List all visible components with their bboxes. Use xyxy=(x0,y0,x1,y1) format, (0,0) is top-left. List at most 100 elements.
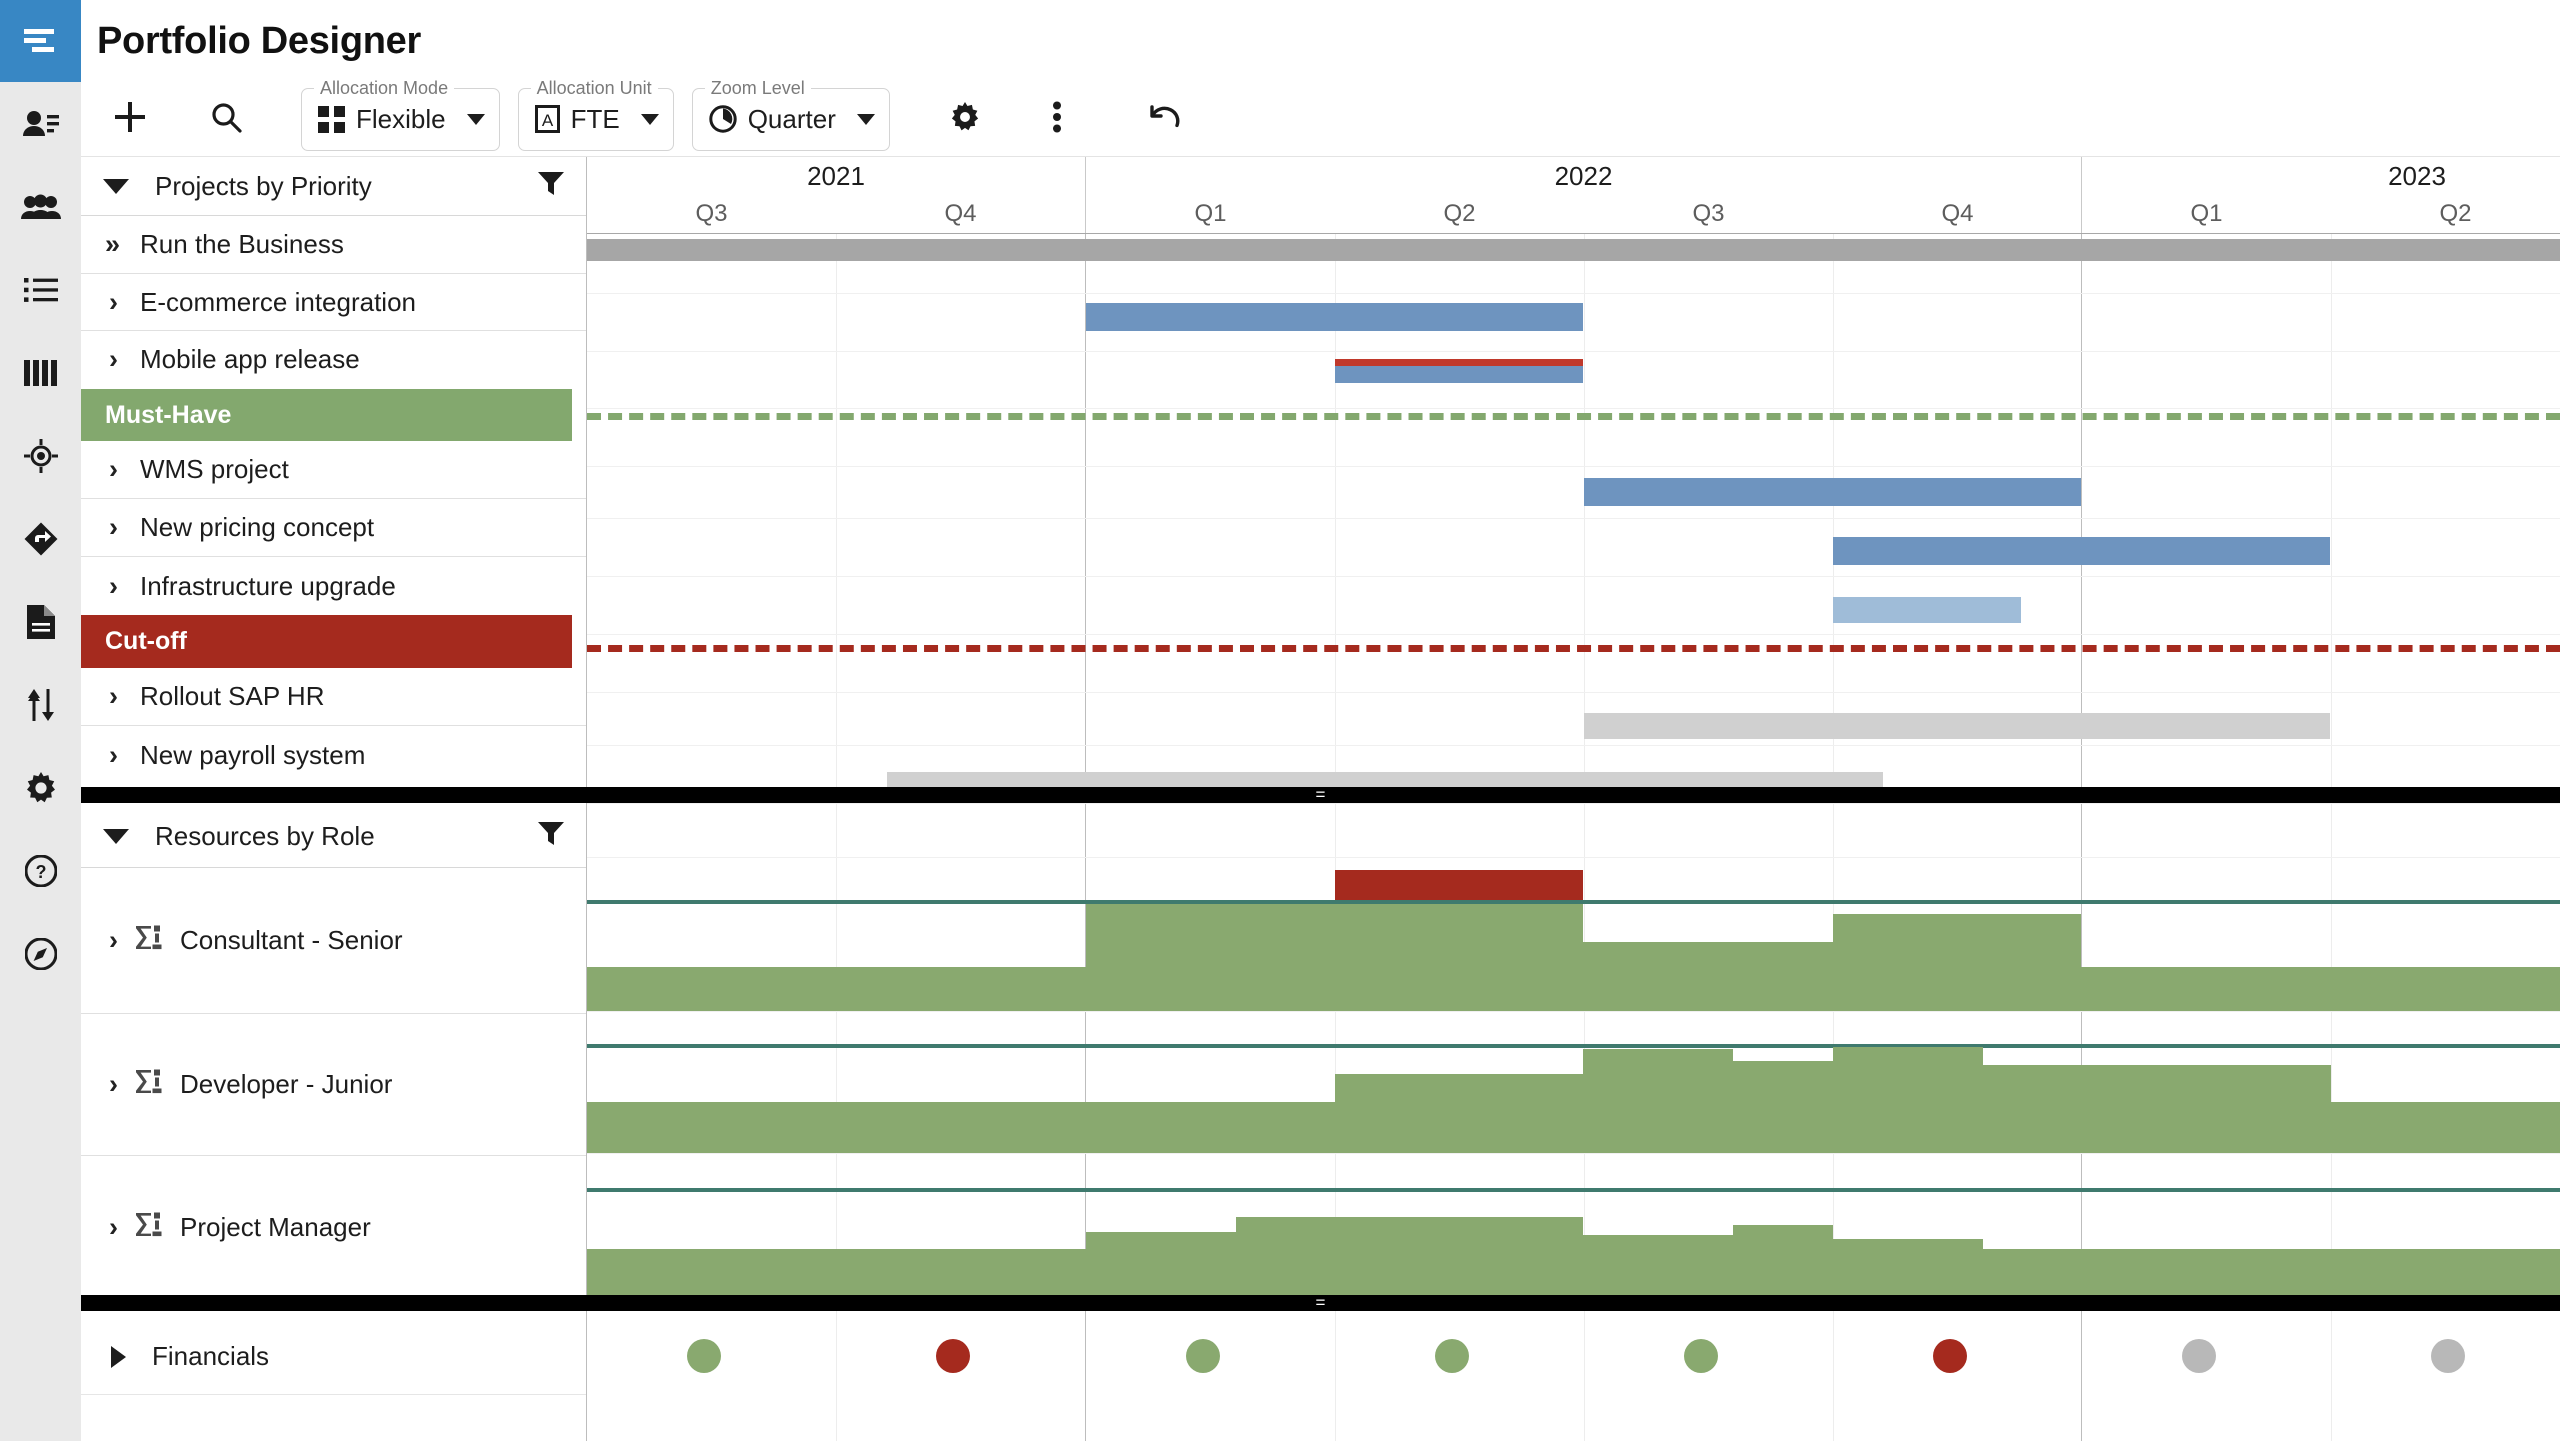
row-rule xyxy=(587,803,2560,804)
project-row-rollout-sap-hr[interactable]: › Rollout SAP HR xyxy=(81,668,586,726)
priority-band-must-have[interactable]: Must-Have xyxy=(81,389,572,441)
gantt-bar-e-commerce-integration[interactable] xyxy=(1086,303,1583,331)
splitter-resources-financials[interactable]: = xyxy=(81,1294,2560,1311)
allocation-mode-value: Flexible xyxy=(356,103,446,134)
resource-row-consultant-senior[interactable]: › Consultant - Senior xyxy=(81,868,586,1014)
rail-item-people-group[interactable] xyxy=(0,165,81,248)
histogram-bar[interactable] xyxy=(1236,1217,1583,1295)
financial-indicator-dot[interactable] xyxy=(1933,1339,1967,1373)
financials-row[interactable]: Financials xyxy=(81,1319,586,1395)
histogram-bar[interactable] xyxy=(1335,904,1583,1011)
histogram-bar[interactable] xyxy=(1086,1232,1236,1295)
allocation-unit-value: FTE xyxy=(570,103,620,134)
project-row-e-commerce-integration[interactable]: › E-commerce integration xyxy=(81,274,586,331)
settings-button[interactable] xyxy=(934,88,996,150)
resource-row-project-manager[interactable]: › Project Manager xyxy=(81,1156,586,1298)
rail-item-sort-arrows[interactable] xyxy=(0,663,81,746)
target-crosshair-icon xyxy=(23,438,58,473)
histogram-bar[interactable] xyxy=(2331,1102,2560,1153)
gantt-bar-mobile-app-release[interactable] xyxy=(1335,359,1583,383)
histogram-bar[interactable] xyxy=(1983,1065,2331,1153)
financial-indicator-dot[interactable] xyxy=(687,1339,721,1373)
triangle-down-icon xyxy=(103,178,129,194)
rail-item-gear-settings[interactable] xyxy=(0,746,81,829)
project-row-new-payroll-system[interactable]: › New payroll system xyxy=(81,726,586,784)
project-row-run-the-business[interactable]: » Run the Business xyxy=(81,216,586,274)
double-chevron-right-icon: » xyxy=(105,229,121,259)
quarter-label: Q2 xyxy=(1443,200,1476,227)
project-row-new-pricing-concept[interactable]: › New pricing concept xyxy=(81,499,586,557)
chevron-right-icon: › xyxy=(109,739,118,770)
histogram-bar[interactable] xyxy=(1086,904,1335,1011)
rail-item-bar-columns[interactable] xyxy=(0,331,81,414)
band-label: Must-Have xyxy=(105,400,232,429)
financial-indicator-dot[interactable] xyxy=(1186,1339,1220,1373)
resources-group-header[interactable]: Resources by Role xyxy=(81,805,586,868)
gantt-bar-run-the-business[interactable] xyxy=(587,239,2560,261)
rail-item-compass-explore[interactable] xyxy=(0,912,81,995)
histogram-bar[interactable] xyxy=(2081,1249,2560,1295)
chevron-down-icon xyxy=(856,113,875,125)
search-button[interactable] xyxy=(195,88,257,150)
resource-label: Developer - Junior xyxy=(180,1069,393,1099)
rail-item-document[interactable] xyxy=(0,580,81,663)
people-group-icon xyxy=(20,194,61,220)
resource-row-developer-junior[interactable]: › Developer - Junior xyxy=(81,1014,586,1156)
project-row-wms-project[interactable]: › WMS project xyxy=(81,441,586,499)
histogram-bar[interactable] xyxy=(1833,1047,1983,1153)
histogram-bar[interactable] xyxy=(587,1102,1335,1153)
rail-item-help-question[interactable]: ? xyxy=(0,829,81,912)
histogram-bar[interactable] xyxy=(1335,1074,1583,1153)
more-options-button[interactable] xyxy=(1026,88,1088,150)
splitter-projects-resources[interactable]: = xyxy=(81,786,2560,803)
histogram-bar[interactable] xyxy=(1733,1225,1833,1295)
histogram-bar[interactable] xyxy=(1833,914,2081,1011)
row-rule xyxy=(587,466,2560,467)
rail-item-target-crosshair[interactable] xyxy=(0,414,81,497)
add-button[interactable] xyxy=(99,88,161,150)
histogram-bar[interactable] xyxy=(1833,1239,1983,1295)
gantt-bar-new-pricing-concept[interactable] xyxy=(1833,537,2330,565)
sigma-resource-icon xyxy=(136,925,162,956)
project-row-mobile-app-release[interactable]: › Mobile app release xyxy=(81,331,586,388)
rail-item-hamburger-menu[interactable] xyxy=(0,0,81,82)
histogram-bar[interactable] xyxy=(587,967,1086,1011)
gantt-bar-wms-project[interactable] xyxy=(1584,478,2081,506)
financial-indicator-dot[interactable] xyxy=(2431,1339,2465,1373)
letter-a-boxed-icon: A xyxy=(534,105,560,133)
gantt-bar-rollout-sap-hr[interactable] xyxy=(1584,713,2330,739)
histogram-bar[interactable] xyxy=(1733,1061,1833,1153)
bar-columns-icon xyxy=(23,359,58,386)
histogram-bar[interactable] xyxy=(587,1249,1086,1295)
filter-funnel-icon[interactable] xyxy=(538,821,564,852)
rail-item-route-directions[interactable] xyxy=(0,497,81,580)
chevron-down-icon xyxy=(640,113,659,125)
project-row-infrastructure-upgrade[interactable]: › Infrastructure upgrade xyxy=(81,557,586,615)
histogram-bar[interactable] xyxy=(1583,942,1833,1011)
year-label: 2021 xyxy=(807,160,865,191)
undo-button[interactable] xyxy=(1134,88,1196,150)
financial-indicator-dot[interactable] xyxy=(1435,1339,1469,1373)
allocation-unit-select[interactable]: Allocation Unit A FTE xyxy=(517,77,674,151)
rail-item-person-details[interactable] xyxy=(0,82,81,165)
financial-indicator-dot[interactable] xyxy=(936,1339,970,1373)
histogram-bar[interactable] xyxy=(1983,1249,2081,1295)
histogram-bar[interactable] xyxy=(1583,1049,1733,1153)
zoom-level-select[interactable]: Zoom Level Quarter xyxy=(691,77,890,151)
histogram-bar[interactable] xyxy=(2081,967,2560,1011)
projects-group-header[interactable]: Projects by Priority xyxy=(81,157,586,216)
priority-band-cut-off[interactable]: Cut-off xyxy=(81,615,572,668)
year-label: 2023 xyxy=(2388,160,2446,191)
financial-indicator-dot[interactable] xyxy=(2182,1339,2216,1373)
list-bullets-icon xyxy=(23,277,58,303)
gantt-bar-infrastructure-upgrade[interactable] xyxy=(1833,597,2021,623)
financial-indicator-dot[interactable] xyxy=(1684,1339,1718,1373)
filter-funnel-icon[interactable] xyxy=(538,171,564,202)
row-rule xyxy=(587,351,2560,352)
rail-item-list-bullets[interactable] xyxy=(0,248,81,331)
content-area: Projects by Priority » Run the Business … xyxy=(81,157,2560,1441)
quarter-label: Q4 xyxy=(944,200,977,227)
histogram-over-allocation-consultant-senior[interactable] xyxy=(1335,870,1583,900)
allocation-mode-select[interactable]: Allocation Mode Flexible xyxy=(301,77,500,151)
histogram-bar[interactable] xyxy=(1583,1235,1733,1295)
